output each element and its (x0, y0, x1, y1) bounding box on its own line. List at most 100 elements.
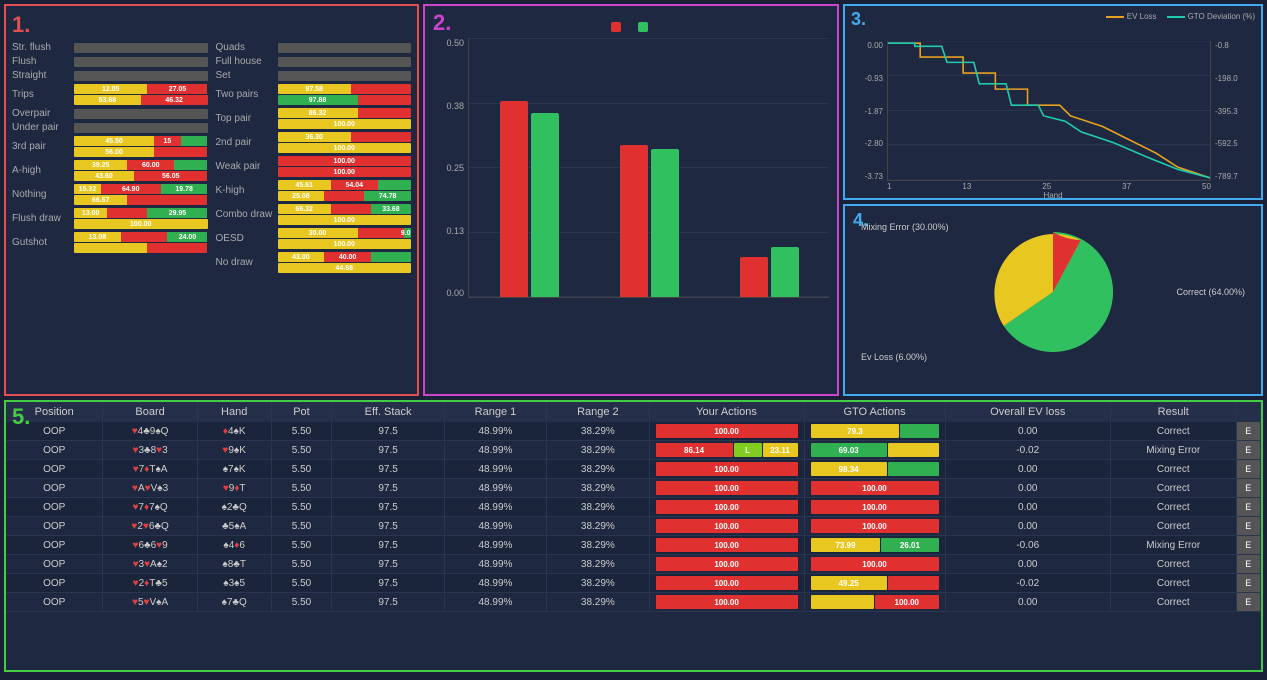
table-cell: OOP (6, 555, 103, 574)
chart3-xlabel: Hand (851, 191, 1255, 200)
extra-cell[interactable]: E (1236, 555, 1261, 574)
gto-actions-cell: 100.00 (804, 593, 945, 612)
action-segment: 100.00 (875, 595, 938, 609)
gto-actions-cell: 100.00 (804, 479, 945, 498)
gto-actions-cell: 69.03 (804, 441, 945, 460)
action-segment: L (734, 443, 762, 457)
action-bar: 100.00 (656, 462, 798, 476)
main-table: Position Board Hand Pot Eff. Stack Range… (6, 402, 1261, 612)
table-cell: OOP (6, 574, 103, 593)
table-cell: 48.99% (444, 536, 546, 555)
gto-actions-cell: 49.25 (804, 574, 945, 593)
legend-gto-dev: GTO Deviation (%) (1167, 12, 1255, 21)
chart3-yaxis-left: 0.00 -0.93 -1.87 -2.80 -3.73 (851, 41, 887, 181)
hand-twopairs: Two pairs 97.58 97.88 (216, 84, 412, 105)
table-cell: Correct (1110, 479, 1236, 498)
extra-cell[interactable]: E (1236, 536, 1261, 555)
table-cell: 5.50 (271, 441, 332, 460)
your-actions-cell: 100.00 (649, 574, 804, 593)
table-cell: 38.29% (547, 498, 649, 517)
col-board: Board (103, 402, 197, 422)
hand-flush: Flush (12, 56, 208, 67)
table-cell: 0.00 (945, 593, 1110, 612)
table-cell: ♠3♠5 (197, 574, 271, 593)
table-cell: 97.5 (332, 441, 444, 460)
bar-fold-gto (651, 149, 679, 297)
table-cell: OOP (6, 593, 103, 612)
table-cell: OOP (6, 517, 103, 536)
col-result: Result (1110, 402, 1236, 422)
panel3: 3. EV Loss GTO Deviation (%) 0.00 -0.93 … (843, 4, 1263, 200)
hand-khigh: K-high 45.61 54.04 25.08 74.78 (216, 180, 412, 201)
extra-cell[interactable]: E (1236, 479, 1261, 498)
table-cell: 5.50 (271, 422, 332, 441)
action-bar: 100.00 (811, 519, 939, 533)
extra-cell[interactable]: E (1236, 498, 1261, 517)
action-segment: 100.00 (656, 557, 798, 571)
table-cell: 38.29% (547, 479, 649, 498)
action-segment (900, 424, 938, 438)
your-actions-cell: 100.00 (649, 498, 804, 517)
action-segment: 100.00 (811, 519, 939, 533)
table-cell: 48.99% (444, 460, 546, 479)
action-bar: 69.03 (811, 443, 939, 457)
action-segment (888, 462, 939, 476)
table-cell: 38.29% (547, 593, 649, 612)
table-cell: ♠4♦6 (197, 536, 271, 555)
bar-fold-you (620, 145, 648, 297)
hand-oesd: OESD 30.00 9.01 100.00 (216, 228, 412, 249)
bar-group-raise (740, 247, 799, 297)
table-cell: 0.00 (945, 460, 1110, 479)
action-segment: 100.00 (656, 595, 798, 609)
table-cell: ♥4♣9♠Q (103, 422, 197, 441)
panel4: 4. Mixing Error (30.00%) Ev Loss (6.00%)… (843, 204, 1263, 396)
bar-group-call (500, 101, 559, 297)
pie-container: Mixing Error (30.00%) Ev Loss (6.00%) Co… (851, 212, 1255, 372)
action-segment: 100.00 (811, 481, 939, 495)
col-pot: Pot (271, 402, 332, 422)
gto-dot (638, 22, 648, 32)
action-bar: 98.34 (811, 462, 939, 476)
extra-cell[interactable]: E (1236, 460, 1261, 479)
hand-combodraw: Combo draw 66.32 33.68 100.00 (216, 204, 412, 225)
your-actions-cell: 100.00 (649, 460, 804, 479)
table-cell: ♥2♦T♣5 (103, 574, 197, 593)
col-range1: Range 1 (444, 402, 546, 422)
extra-cell[interactable]: E (1236, 593, 1261, 612)
table-cell: ♥3♥A♠2 (103, 555, 197, 574)
hand-toppair: Top pair 86.32 100.00 (216, 108, 412, 129)
table-cell: 0.00 (945, 479, 1110, 498)
table-cell: 5.50 (271, 479, 332, 498)
hand-set: Set (216, 70, 412, 81)
table-cell: 97.5 (332, 498, 444, 517)
table-cell: ♥6♣6♥9 (103, 536, 197, 555)
table-row: OOP♥A♥V♠3♥9♦T5.5097.548.99%38.29%100.001… (6, 479, 1261, 498)
panel1-right: Quads Full house Set (216, 42, 412, 276)
extra-cell[interactable]: E (1236, 422, 1261, 441)
col-gto-actions: GTO Actions (804, 402, 945, 422)
action-bar: 100.00 (811, 481, 939, 495)
extra-cell[interactable]: E (1236, 517, 1261, 536)
action-segment: 100.00 (656, 481, 798, 495)
bar-raise-gto (771, 247, 799, 297)
table-wrap: Position Board Hand Pot Eff. Stack Range… (6, 402, 1261, 612)
panel1-left: Str. flush Flush Straight (12, 42, 208, 276)
action-segment (888, 443, 939, 457)
extra-cell[interactable]: E (1236, 574, 1261, 593)
table-cell: Correct (1110, 574, 1236, 593)
action-bar: 100.00 (811, 500, 939, 514)
bar-raise-you (740, 257, 768, 297)
col-effstack: Eff. Stack (332, 402, 444, 422)
extra-cell[interactable]: E (1236, 441, 1261, 460)
table-cell: 48.99% (444, 479, 546, 498)
pie-svg (978, 217, 1128, 367)
action-segment: 100.00 (811, 500, 939, 514)
hand-straight: Straight (12, 70, 208, 81)
you-dot (611, 22, 621, 32)
label-mixing: Mixing Error (30.00%) (861, 222, 949, 232)
hand-2ndpair: 2nd pair 36.30 100.00 (216, 132, 412, 153)
table-cell: 5.50 (271, 536, 332, 555)
table-cell: ♠2♣Q (197, 498, 271, 517)
action-segment (888, 576, 939, 590)
hand-quads: Quads (216, 42, 412, 53)
